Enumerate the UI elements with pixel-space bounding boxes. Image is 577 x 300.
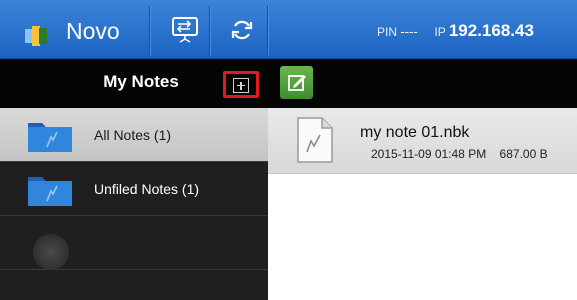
ip-label: IP [434, 25, 446, 39]
app-name: Novo [66, 18, 120, 44]
top-bar: Novo PIN ---- IP 192.168.43 [0, 0, 577, 59]
notes-main-pane: my note 01.nbk 2015-11-09 01:48 PM 687.0… [268, 59, 577, 300]
file-meta: 2015-11-09 01:48 PM 687.00 B [371, 147, 548, 161]
edit-note-button[interactable] [280, 66, 313, 99]
toolbar-divider [267, 6, 269, 56]
touch-indicator [33, 234, 69, 270]
sidebar-item-label: Unfiled Notes (1) [94, 181, 200, 197]
file-name: my note 01.nbk [360, 124, 470, 141]
file-list-item[interactable]: my note 01.nbk 2015-11-09 01:48 PM 687.0… [268, 108, 577, 174]
sidebar-item-unfiled-notes[interactable]: Unfiled Notes (1) [0, 162, 268, 216]
plus-icon [233, 78, 249, 93]
connection-info: PIN ---- IP 192.168.43 [377, 20, 577, 42]
pin-label: PIN [377, 25, 398, 39]
presentation-icon[interactable] [170, 15, 200, 45]
add-folder-button[interactable] [223, 71, 259, 98]
refresh-icon[interactable] [227, 15, 257, 45]
novo-app: Novo PIN ---- IP 192.168.43 My Notes All… [0, 0, 577, 300]
note-file-icon [297, 117, 333, 163]
folder-icon [28, 123, 72, 152]
folder-icon [28, 177, 72, 206]
edit-icon [288, 75, 306, 91]
file-size: 687.00 B [499, 147, 548, 161]
toolbar-divider [209, 6, 211, 56]
sidebar-item-label: All Notes (1) [94, 127, 172, 143]
pin-value: ---- [400, 24, 418, 39]
file-date: 2015-11-09 01:48 PM [371, 147, 487, 161]
toolbar-divider [149, 6, 151, 56]
notes-sidebar: My Notes All Notes (1) Unfiled Notes (1) [0, 59, 268, 300]
main-toolbar [268, 59, 577, 108]
sidebar-header: My Notes [0, 59, 268, 108]
ip-value: 192.168.43 [448, 21, 534, 40]
novo-logo-icon [25, 26, 47, 46]
sidebar-item-all-notes[interactable]: All Notes (1) [0, 108, 268, 162]
app-brand: Novo [0, 0, 148, 58]
